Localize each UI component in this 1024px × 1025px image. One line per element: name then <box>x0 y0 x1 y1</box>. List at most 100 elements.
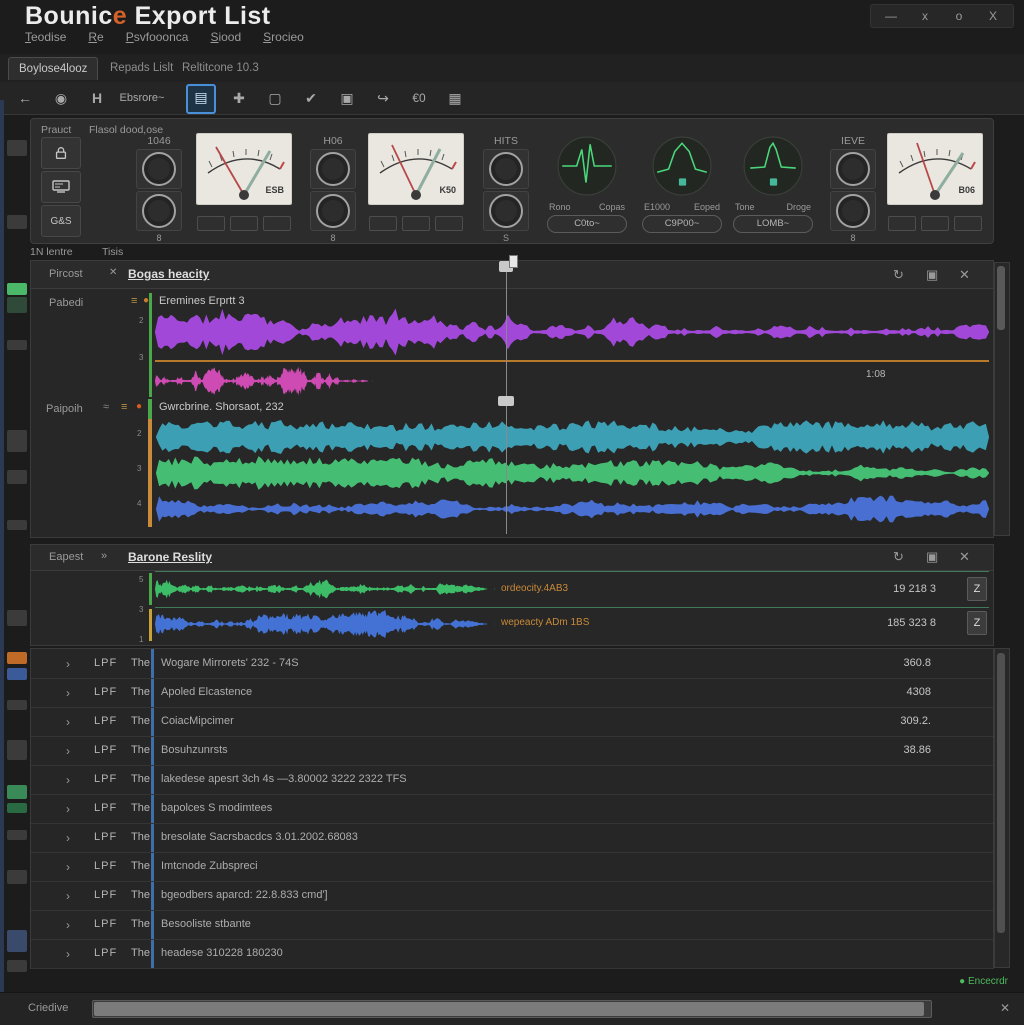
h-tool-icon[interactable]: H <box>84 85 110 111</box>
playhead-flag[interactable] <box>509 255 518 268</box>
refresh-icon[interactable]: ↻ <box>893 549 904 565</box>
strip-item[interactable] <box>7 470 27 484</box>
scrollbar-list[interactable] <box>994 648 1010 968</box>
lane2-z-button[interactable]: Z <box>967 611 987 635</box>
menu-item-session[interactable]: Srocieo <box>263 30 304 44</box>
strip-item[interactable] <box>7 520 27 530</box>
waveform-purple[interactable] <box>155 305 989 359</box>
strip-item-blue[interactable] <box>7 930 27 952</box>
back-icon[interactable]: ← <box>12 85 38 111</box>
list-item[interactable]: ›LPFThebresolate Sacrsbacdcs 3.01.2002.6… <box>31 823 993 853</box>
track1-label[interactable]: Pabedi <box>49 297 83 309</box>
strip-item[interactable] <box>7 870 27 884</box>
menu-item-sound[interactable]: Siood <box>210 30 241 44</box>
strip-item[interactable] <box>7 430 27 452</box>
list-item[interactable]: ›LPFThebgeodbers aparcd: 22.8.833 cmd'] <box>31 881 993 911</box>
strip-item[interactable] <box>7 960 27 972</box>
strip-item-green[interactable] <box>7 283 27 295</box>
waveform-cyan[interactable] <box>156 419 989 455</box>
knob[interactable] <box>830 191 876 231</box>
scrollbar-mixer[interactable] <box>994 262 1010 536</box>
chevron-icon[interactable]: › <box>66 802 70 816</box>
wave-mode-icon[interactable]: ≈ <box>103 401 109 413</box>
chevron-icon[interactable]: › <box>66 715 70 729</box>
display-button[interactable] <box>41 171 81 203</box>
close-section-icon[interactable]: ✕ <box>959 267 970 283</box>
list-item[interactable]: ›LPFThebapolces S modimtees <box>31 794 993 824</box>
close-alt-button[interactable]: x <box>911 7 939 25</box>
meter-button[interactable] <box>263 216 291 231</box>
envelope-icon[interactable]: ≡ <box>121 401 127 413</box>
envelope-icon[interactable]: ≡ <box>131 295 137 307</box>
strip-item[interactable] <box>7 297 27 313</box>
list-item[interactable]: ›LPFTheBesooliste stbante <box>31 910 993 940</box>
strip-item[interactable] <box>7 215 27 229</box>
chevron-icon[interactable]: › <box>66 686 70 700</box>
meter-button[interactable] <box>402 216 430 231</box>
close-section-icon[interactable]: ✕ <box>959 549 970 565</box>
list-item[interactable]: ›LPFTheApoled Elcastence4308 <box>31 678 993 708</box>
scrollbar-thumb[interactable] <box>997 266 1005 330</box>
list-item[interactable]: ›LPFThelakedese apesrt 3ch 4s —3.80002 3… <box>31 765 993 795</box>
strip-item[interactable] <box>7 830 27 840</box>
list-item[interactable]: ›LPFTheBosuhzunrsts38.86 <box>31 736 993 766</box>
strip-item-orange[interactable] <box>7 652 27 664</box>
strip-item[interactable] <box>7 740 27 760</box>
chevron-icon[interactable]: › <box>66 744 70 758</box>
strip-item[interactable] <box>7 610 27 626</box>
scrollbar-thumb[interactable] <box>997 653 1005 933</box>
chevron-icon[interactable]: › <box>66 918 70 932</box>
waveform-blue-export[interactable] <box>155 609 495 639</box>
meter-button[interactable] <box>435 216 463 231</box>
add-icon[interactable]: ✚ <box>226 85 252 111</box>
refresh-icon[interactable]: ↻ <box>893 267 904 283</box>
close-button[interactable]: X <box>979 7 1007 25</box>
record-dot-icon[interactable]: ● <box>136 401 142 412</box>
tab-reltitcone[interactable]: Reltitcone 10.3 <box>172 57 269 79</box>
scope-dropdown[interactable]: LOMB~ <box>733 215 813 233</box>
list-item[interactable]: ›LPFTheImtcnode Zubspreci <box>31 852 993 882</box>
record-icon[interactable]: ◉ <box>48 85 74 111</box>
expand-icon[interactable]: » <box>101 550 107 562</box>
knob[interactable] <box>310 191 356 231</box>
scope-dropdown[interactable]: C0to~ <box>547 215 627 233</box>
waveform-green[interactable] <box>156 455 989 491</box>
meter-button[interactable] <box>888 216 916 231</box>
maximize-button[interactable]: o <box>945 7 973 25</box>
grid-icon[interactable]: ▦ <box>442 85 468 111</box>
meter-button[interactable] <box>230 216 258 231</box>
track2-title[interactable]: Gwrcbrine. Shorsaot, 232 <box>159 401 284 413</box>
chevron-icon[interactable]: › <box>66 831 70 845</box>
tool-dropdown[interactable]: Ebsrore~ <box>115 85 169 111</box>
playhead-handle-mid[interactable] <box>498 396 514 406</box>
knob[interactable] <box>136 191 182 231</box>
minimize-button[interactable]: — <box>877 7 905 25</box>
strip-item[interactable] <box>7 140 27 156</box>
meter-button[interactable] <box>921 216 949 231</box>
strip-item[interactable] <box>7 803 27 813</box>
gs-button[interactable]: G&S <box>41 205 81 237</box>
lane1-z-button[interactable]: Z <box>967 577 987 601</box>
tab-repads[interactable]: Repads Lislt <box>100 57 183 79</box>
meter-button[interactable] <box>369 216 397 231</box>
knob[interactable] <box>483 191 529 231</box>
waveform-blue[interactable] <box>156 491 989 527</box>
knob[interactable] <box>830 149 876 189</box>
scope-dropdown[interactable]: C9P00~ <box>642 215 722 233</box>
small-x-icon[interactable]: ✕ <box>109 267 117 278</box>
list-item[interactable]: ›LPFTheWogare Mirrorets' 232 - 74S360.8 <box>31 649 993 679</box>
chevron-icon[interactable]: › <box>66 947 70 961</box>
meter-button[interactable] <box>954 216 982 231</box>
waveform-magenta[interactable] <box>155 365 373 397</box>
tab-active[interactable]: Boylose4looz <box>8 57 98 80</box>
knob[interactable] <box>310 149 356 189</box>
redo-icon[interactable]: ↪ <box>370 85 396 111</box>
list-item[interactable]: ›LPFTheCoiacMipcimer309.2. <box>31 707 993 737</box>
strip-item-green[interactable] <box>7 785 27 799</box>
chevron-icon[interactable]: › <box>66 773 70 787</box>
track2-label[interactable]: Paipoih <box>46 403 83 415</box>
waveform-green-export[interactable] <box>155 573 495 605</box>
list-item[interactable]: ›LPFTheheadese 310228 180230 <box>31 939 993 969</box>
save-icon[interactable]: ▣ <box>926 549 938 565</box>
strip-item[interactable] <box>7 340 27 350</box>
